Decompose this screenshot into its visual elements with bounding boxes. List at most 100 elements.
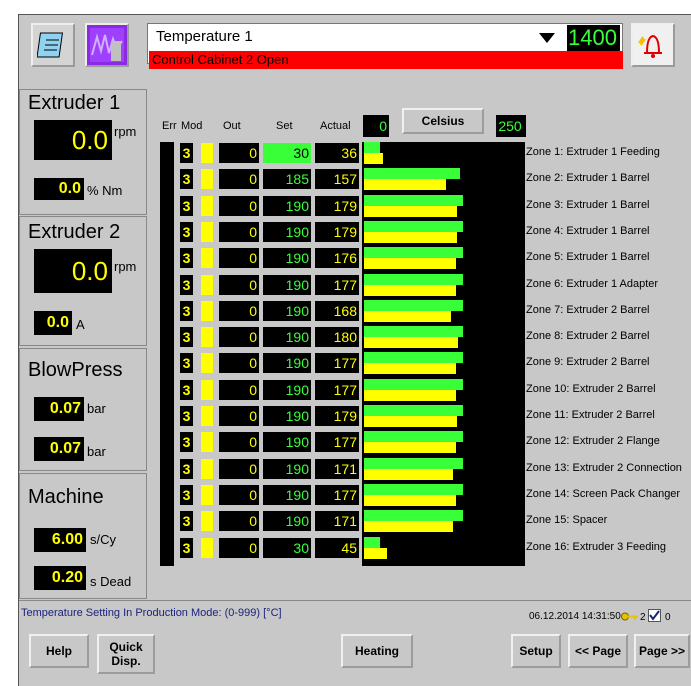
out-value[interactable]: 0 bbox=[219, 538, 259, 558]
extruder2-current[interactable]: 0.0 bbox=[34, 311, 72, 335]
set-value[interactable]: 30 bbox=[263, 538, 311, 558]
zone-label: Zone 4: Extruder 1 Barrel bbox=[526, 225, 650, 237]
out-value[interactable]: 0 bbox=[219, 459, 259, 479]
machine-cycle[interactable]: 6.00 bbox=[34, 528, 86, 552]
out-value[interactable]: 0 bbox=[219, 222, 259, 242]
notebook-button[interactable] bbox=[31, 23, 75, 67]
mod-value[interactable]: 3 bbox=[180, 301, 193, 321]
actual-value: 179 bbox=[315, 222, 359, 242]
screen-selector[interactable]: Temperature 1 Control Cabinet 2 Open bbox=[147, 23, 623, 69]
extruder2-speed[interactable]: 0.0 bbox=[34, 249, 112, 293]
mod-value[interactable]: 3 bbox=[180, 459, 193, 479]
mod-indicator bbox=[201, 248, 213, 268]
set-value[interactable]: 190 bbox=[263, 485, 311, 505]
celsius-button[interactable]: Celsius bbox=[402, 108, 484, 134]
out-value[interactable]: 0 bbox=[219, 143, 259, 163]
zone-label: Zone 3: Extruder 1 Barrel bbox=[526, 199, 650, 211]
mod-indicator bbox=[201, 511, 213, 531]
out-value[interactable]: 0 bbox=[219, 327, 259, 347]
machine-dead[interactable]: 0.20 bbox=[34, 566, 86, 590]
set-value[interactable]: 190 bbox=[263, 301, 311, 321]
mod-value[interactable]: 3 bbox=[180, 248, 193, 268]
out-value[interactable]: 0 bbox=[219, 511, 259, 531]
actual-bar bbox=[364, 232, 457, 243]
mod-value[interactable]: 3 bbox=[180, 432, 193, 452]
set-value[interactable]: 190 bbox=[263, 196, 311, 216]
mod-value[interactable]: 3 bbox=[180, 169, 193, 189]
set-bar bbox=[364, 221, 463, 232]
scale-max[interactable]: 250 bbox=[496, 115, 526, 137]
set-value[interactable]: 190 bbox=[263, 327, 311, 347]
alarm-bar[interactable]: Control Cabinet 2 Open bbox=[149, 51, 623, 69]
set-value[interactable]: 190 bbox=[263, 511, 311, 531]
zone-label: Zone 2: Extruder 1 Barrel bbox=[526, 172, 650, 184]
app-window: Temperature 1 Control Cabinet 2 Open 140… bbox=[18, 14, 691, 686]
zone-label: Zone 14: Screen Pack Changer bbox=[526, 488, 681, 500]
actual-bar bbox=[364, 390, 456, 401]
out-value[interactable]: 0 bbox=[219, 248, 259, 268]
mod-value[interactable]: 3 bbox=[180, 353, 193, 373]
mod-indicator bbox=[201, 169, 213, 189]
heating-label: Heating bbox=[354, 644, 399, 658]
out-value[interactable]: 0 bbox=[219, 301, 259, 321]
mod-value[interactable]: 3 bbox=[180, 222, 193, 242]
extruder2-panel: Extruder 2 0.0 rpm 0.0 A bbox=[19, 216, 147, 346]
zone-label: Zone 13: Extruder 2 Connection bbox=[526, 462, 682, 474]
extruder1-speed[interactable]: 0.0 bbox=[34, 120, 112, 160]
set-value[interactable]: 30 bbox=[263, 143, 311, 163]
mod-indicator bbox=[201, 222, 213, 242]
machine-panel: Machine 6.00 s/Cy 0.20 s Dead bbox=[19, 473, 147, 599]
set-value[interactable]: 190 bbox=[263, 380, 311, 400]
mod-value[interactable]: 3 bbox=[180, 538, 193, 558]
mod-indicator bbox=[201, 538, 213, 558]
zone-label: Zone 11: Extruder 2 Barrel bbox=[526, 409, 655, 421]
mod-value[interactable]: 3 bbox=[180, 380, 193, 400]
mod-value[interactable]: 3 bbox=[180, 196, 193, 216]
extruder1-torque[interactable]: 0.0 bbox=[34, 178, 84, 200]
zone-label: Zone 8: Extruder 2 Barrel bbox=[526, 330, 650, 342]
heating-button[interactable]: Heating bbox=[341, 634, 413, 668]
set-value[interactable]: 190 bbox=[263, 406, 311, 426]
out-value[interactable]: 0 bbox=[219, 485, 259, 505]
set-value[interactable]: 190 bbox=[263, 432, 311, 452]
mod-value[interactable]: 3 bbox=[180, 143, 193, 163]
set-value[interactable]: 190 bbox=[263, 248, 311, 268]
mod-value[interactable]: 3 bbox=[180, 406, 193, 426]
next-page-button[interactable]: Page >> bbox=[634, 634, 690, 668]
out-value[interactable]: 0 bbox=[219, 196, 259, 216]
set-value[interactable]: 190 bbox=[263, 222, 311, 242]
setup-button[interactable]: Setup bbox=[511, 634, 561, 668]
previous-page-button[interactable]: << Page bbox=[568, 634, 628, 668]
set-value[interactable]: 190 bbox=[263, 275, 311, 295]
actual-bar bbox=[364, 285, 456, 296]
temperature-profile-button[interactable] bbox=[85, 23, 129, 67]
dropdown-arrow-icon[interactable] bbox=[539, 33, 555, 43]
zone-label: Zone 10: Extruder 2 Barrel bbox=[526, 383, 656, 395]
set-value[interactable]: 190 bbox=[263, 353, 311, 373]
out-value[interactable]: 0 bbox=[219, 275, 259, 295]
out-value[interactable]: 0 bbox=[219, 169, 259, 189]
checkbox-icon[interactable] bbox=[648, 609, 661, 622]
notebook-icon bbox=[37, 32, 64, 58]
scale-min[interactable]: 0 bbox=[363, 115, 389, 137]
blowpress-value1[interactable]: 0.07 bbox=[34, 397, 84, 421]
out-value[interactable]: 0 bbox=[219, 380, 259, 400]
out-value[interactable]: 0 bbox=[219, 406, 259, 426]
out-value[interactable]: 0 bbox=[219, 353, 259, 373]
mod-value[interactable]: 3 bbox=[180, 327, 193, 347]
mod-value[interactable]: 3 bbox=[180, 511, 193, 531]
set-value[interactable]: 185 bbox=[263, 169, 311, 189]
out-value[interactable]: 0 bbox=[219, 432, 259, 452]
set-value[interactable]: 190 bbox=[263, 459, 311, 479]
help-button[interactable]: Help bbox=[29, 634, 89, 668]
check-count: 0 bbox=[665, 612, 671, 623]
header-actual: Actual bbox=[320, 120, 351, 132]
actual-value: 171 bbox=[315, 459, 359, 479]
mod-indicator bbox=[201, 353, 213, 373]
blowpress-value2[interactable]: 0.07 bbox=[34, 437, 84, 461]
alarm-bell-button[interactable] bbox=[631, 23, 675, 67]
quick-display-button[interactable]: Quick Disp. bbox=[97, 634, 155, 674]
mod-value[interactable]: 3 bbox=[180, 485, 193, 505]
temperature-profile-icon bbox=[90, 28, 124, 62]
mod-value[interactable]: 3 bbox=[180, 275, 193, 295]
